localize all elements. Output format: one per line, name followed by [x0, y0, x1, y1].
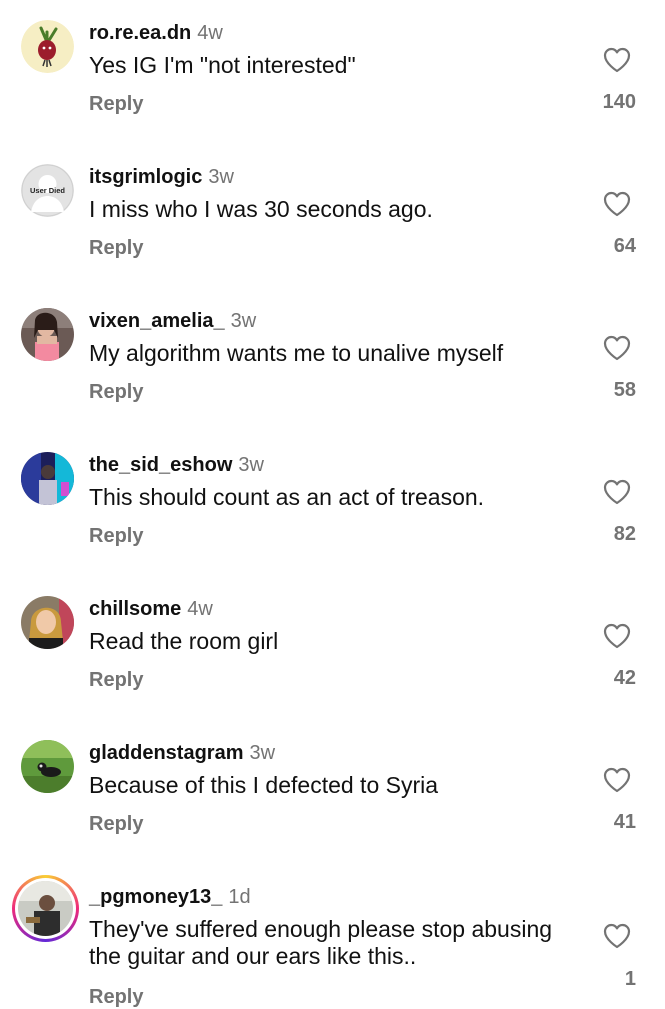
comment-username[interactable]: ro.re.ea.dn — [89, 22, 191, 44]
like-count: 140 — [602, 91, 636, 113]
heart-icon — [603, 923, 631, 949]
like-button[interactable] — [603, 335, 631, 361]
comment-item: User Died itsgrimlogic 3w I miss who I wa… — [0, 144, 665, 288]
reply-button[interactable]: Reply — [89, 986, 143, 1009]
reply-button[interactable]: Reply — [89, 381, 143, 404]
comment-item: the_sid_eshow 3w This should count as an … — [0, 432, 665, 576]
comment-item: gladdenstagram 3w Because of this I defec… — [0, 720, 665, 864]
like-button[interactable] — [603, 47, 631, 73]
like-count: 64 — [613, 235, 636, 257]
reply-button[interactable]: Reply — [89, 669, 143, 692]
comment-text: They've suffered enough please stop abus… — [89, 916, 553, 969]
comment-text: Yes IG I'm "not interested" — [89, 52, 356, 78]
comment-time: 4w — [187, 598, 213, 620]
comment-item: chillsome 4w Read the room girl Reply 42 — [0, 576, 665, 720]
heart-icon — [603, 335, 631, 361]
heart-icon — [603, 623, 631, 649]
comment-text: I miss who I was 30 seconds ago. — [89, 196, 433, 222]
like-button[interactable] — [603, 923, 631, 949]
profile-photo — [21, 740, 74, 793]
avatar[interactable] — [21, 596, 74, 649]
like-count: 58 — [613, 379, 636, 401]
comment-time: 3w — [249, 742, 276, 764]
like-count: 42 — [613, 667, 636, 689]
comment-item: vixen_amelia_ 3w My algorithm wants me to… — [0, 288, 665, 432]
comment-time: 4w — [197, 22, 223, 44]
avatar-caption: User Died — [30, 186, 65, 195]
beet-icon — [21, 20, 74, 73]
reply-button[interactable]: Reply — [89, 813, 143, 836]
heart-icon — [603, 767, 631, 793]
heart-icon — [603, 479, 631, 505]
like-button[interactable] — [603, 191, 631, 217]
avatar[interactable] — [21, 452, 74, 505]
reply-button[interactable]: Reply — [89, 525, 143, 548]
like-count: 82 — [613, 523, 636, 545]
comment-time: 3w — [238, 454, 264, 476]
comment-username[interactable]: the_sid_eshow — [89, 454, 232, 476]
comment-time: 1d — [228, 886, 251, 908]
comment-text: Read the room girl — [89, 628, 279, 654]
reply-button[interactable]: Reply — [89, 237, 143, 260]
user-died-avatar: User Died — [21, 164, 74, 217]
comment-text: This should count as an act of treason. — [89, 484, 485, 510]
comment-text: Because of this I defected to Syria — [89, 772, 439, 798]
reply-button[interactable]: Reply — [89, 93, 143, 116]
comment-time: 3w — [230, 310, 257, 332]
comment-username[interactable]: vixen_amelia_ — [89, 310, 225, 332]
comment-username[interactable]: _pgmoney13_ — [89, 886, 222, 908]
avatar[interactable]: User Died — [21, 164, 74, 217]
like-button[interactable] — [603, 479, 631, 505]
like-button[interactable] — [603, 767, 631, 793]
heart-icon — [603, 191, 631, 217]
avatar[interactable] — [21, 308, 74, 361]
profile-photo — [21, 596, 74, 649]
like-count: 1 — [624, 968, 636, 990]
avatar[interactable] — [21, 20, 74, 73]
like-button[interactable] — [603, 623, 631, 649]
comment-username[interactable]: itsgrimlogic — [89, 166, 202, 188]
comment-username[interactable]: chillsome — [89, 598, 181, 620]
profile-photo — [18, 881, 73, 936]
comment-item: ro.re.ea.dn 4w Yes IG I'm "not interested… — [0, 0, 665, 144]
comment-item: _pgmoney13_ 1d They've suffered enough pl… — [0, 864, 665, 1008]
comment-username[interactable]: gladdenstagram — [89, 742, 243, 764]
avatar-with-story-ring[interactable] — [12, 875, 79, 942]
comment-text: My algorithm wants me to unalive myself — [89, 340, 504, 366]
profile-photo — [21, 452, 74, 505]
profile-photo — [21, 308, 74, 361]
comment-time: 3w — [208, 166, 234, 188]
like-count: 41 — [613, 811, 636, 833]
avatar[interactable] — [21, 740, 74, 793]
heart-icon — [603, 47, 631, 73]
